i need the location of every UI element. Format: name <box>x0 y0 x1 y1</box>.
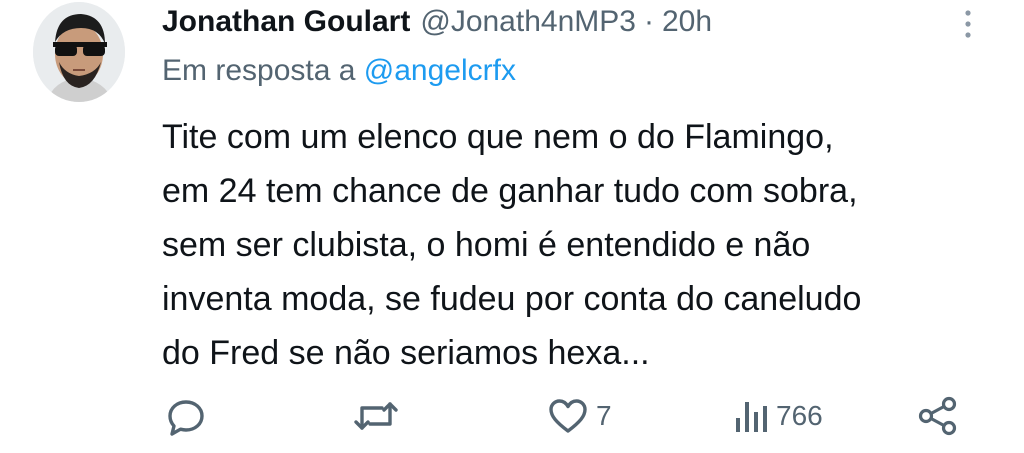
tweet-header: Jonathan Goulart @Jonath4nMP3 · 20h <box>162 0 712 44</box>
share-button[interactable] <box>916 388 960 444</box>
views-count: 766 <box>776 400 823 431</box>
author-name[interactable]: Jonathan Goulart <box>162 5 410 39</box>
like-button[interactable]: 7 <box>546 388 612 444</box>
reply-prefix: Em resposta a <box>162 54 356 87</box>
tweet-text-line: do Fred se não seriamos hexa... <box>162 334 650 372</box>
retweet-icon <box>352 394 400 438</box>
tweet-text: Tite com um elenco que nem o do Flamingo… <box>162 110 1012 380</box>
separator-dot: · <box>643 5 654 38</box>
tweet-text-line: inventa moda, se fudeu por conta do cane… <box>162 280 862 318</box>
heart-icon <box>546 394 590 438</box>
tweet-text-line: sem ser clubista, o homi é entendido e n… <box>162 226 811 264</box>
tweet: Jonathan Goulart @Jonath4nMP3 · 20h Em r… <box>0 0 1024 453</box>
avatar-image <box>33 2 125 102</box>
share-icon <box>916 394 960 438</box>
reply-button[interactable] <box>164 388 208 444</box>
tweet-time[interactable]: 20h <box>662 5 712 39</box>
like-count: 7 <box>596 400 612 431</box>
tweet-text-line: Tite com um elenco que nem o do Flamingo… <box>162 118 834 156</box>
reply-context: Em resposta a @angelcrfx <box>162 54 516 88</box>
reply-mention-link[interactable]: @angelcrfx <box>364 54 516 87</box>
more-options-icon[interactable] <box>958 8 978 42</box>
action-bar: 7 766 <box>0 388 1024 444</box>
tweet-text-line: em 24 tem chance de ganhar tudo com sobr… <box>162 172 858 210</box>
views-button[interactable]: 766 <box>734 388 823 444</box>
author-handle[interactable]: @Jonath4nMP3 <box>420 5 636 39</box>
avatar[interactable] <box>33 2 125 102</box>
views-icon <box>734 394 770 438</box>
reply-icon <box>164 394 208 438</box>
retweet-button[interactable] <box>352 388 400 444</box>
